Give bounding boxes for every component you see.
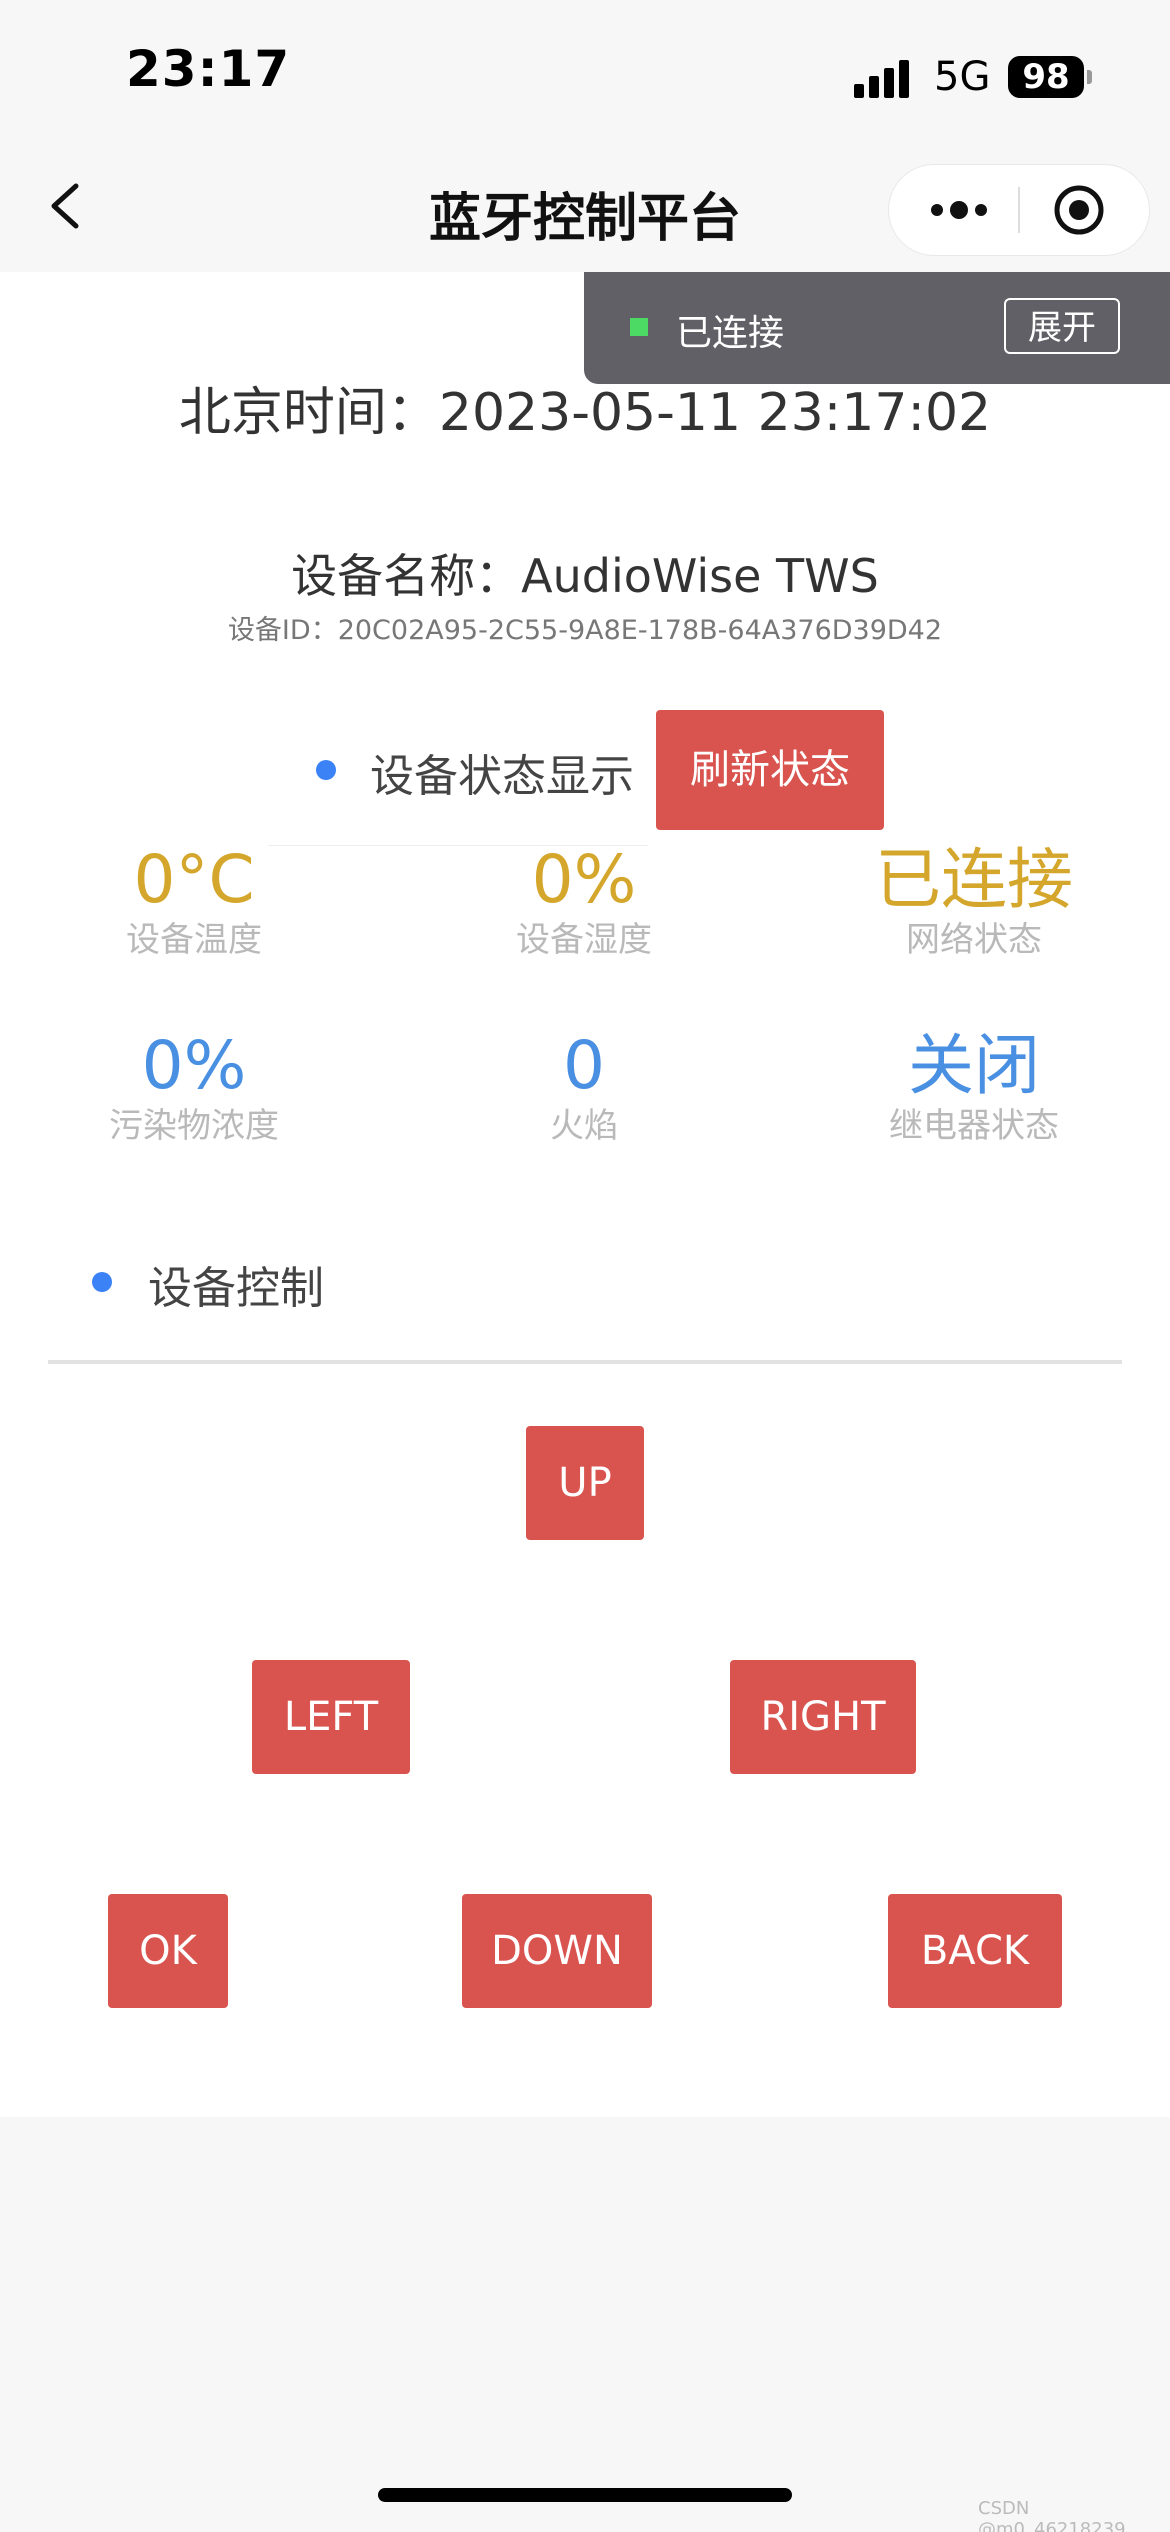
control-section-title: 设备控制: [148, 1263, 324, 1314]
down-button[interactable]: DOWN: [462, 1894, 652, 2008]
metric-label: 网络状态: [906, 920, 1042, 960]
watermark: CSDN @m0_46218239: [978, 2498, 1126, 2532]
metric-value: 0%: [531, 841, 637, 918]
more-button[interactable]: [919, 185, 999, 235]
metric-pollutant: 0% 污染物浓度: [14, 1026, 374, 1146]
metric-temperature: 0°C 设备温度: [14, 840, 374, 960]
status-section-title: 设备状态显示: [370, 751, 634, 802]
metric-label: 污染物浓度: [109, 1106, 279, 1146]
section-dot-icon: [316, 760, 336, 780]
metric-label: 继电器状态: [889, 1106, 1059, 1146]
refresh-status-button[interactable]: 刷新状态: [656, 710, 884, 830]
mini-program-capsule: [888, 164, 1150, 256]
metric-value: 0°C: [133, 841, 255, 918]
network-type: 5G: [934, 54, 991, 100]
beijing-time: 北京时间：2023-05-11 23:17:02: [178, 383, 992, 443]
metric-value: 0: [563, 1027, 605, 1104]
device-name: 设备名称：AudioWise TWS: [291, 549, 879, 603]
cellular-signal-icon: [854, 58, 914, 98]
connection-panel: 已连接 展开: [584, 272, 1170, 384]
metric-label: 火焰: [550, 1106, 618, 1146]
metric-label: 设备湿度: [516, 920, 652, 960]
right-button[interactable]: RIGHT: [730, 1660, 916, 1774]
connected-indicator-icon: [630, 318, 648, 336]
metric-network-status: 已连接 网络状态: [794, 840, 1154, 960]
capsule-divider: [1018, 187, 1020, 233]
battery-nub: [1087, 70, 1092, 84]
left-button[interactable]: LEFT: [252, 1660, 410, 1774]
device-id: 设备ID：20C02A95-2C55-9A8E-178B-64A376D39D4…: [227, 615, 943, 646]
page: 23:17 5G 98 蓝牙控制平台 已连接 展开 北京时间：2023-05-1…: [0, 0, 1170, 2532]
connection-status-text: 已连接: [676, 313, 785, 354]
status-bar: 23:17 5G 98: [0, 0, 1170, 140]
metric-value: 0%: [141, 1027, 247, 1104]
ok-button[interactable]: OK: [108, 1894, 228, 2008]
expand-button[interactable]: 展开: [1004, 298, 1120, 354]
close-button[interactable]: [1039, 185, 1119, 235]
metric-label: 设备温度: [126, 920, 262, 960]
metric-value: 已连接: [875, 841, 1073, 918]
metric-flame: 0 火焰: [404, 1026, 764, 1146]
metric-relay-status: 关闭 继电器状态: [794, 1026, 1154, 1146]
nav-bar: 蓝牙控制平台: [0, 140, 1170, 272]
control-divider: [48, 1360, 1122, 1364]
home-indicator[interactable]: [378, 2488, 792, 2502]
metric-value: 关闭: [908, 1027, 1040, 1104]
section-dot-icon: [92, 1272, 112, 1292]
metric-humidity: 0% 设备湿度: [404, 840, 764, 960]
more-dots-icon: [931, 201, 987, 219]
back-control-button[interactable]: BACK: [888, 1894, 1062, 2008]
target-circle-icon: [1054, 185, 1104, 235]
battery-icon: 98: [1008, 56, 1084, 98]
status-time: 23:17: [126, 40, 291, 98]
up-button[interactable]: UP: [526, 1426, 644, 1540]
